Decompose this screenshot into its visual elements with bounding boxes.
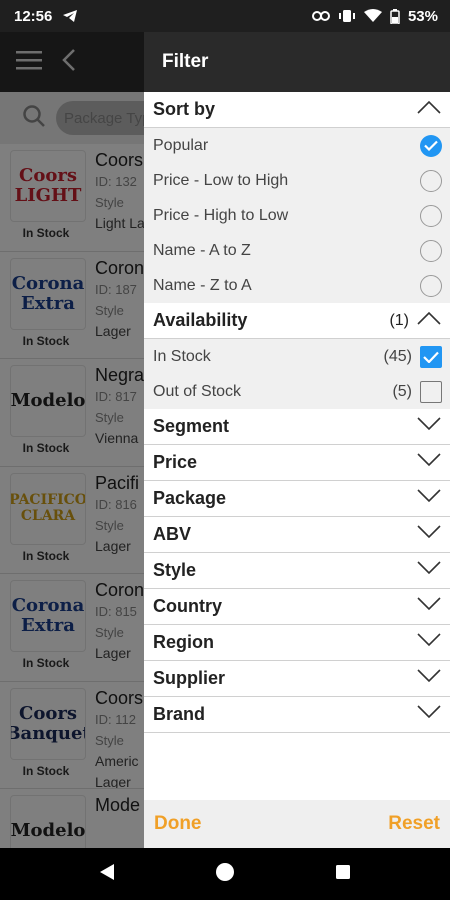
section-abv[interactable]: ABV: [144, 517, 450, 553]
link-icon: [311, 11, 330, 21]
telegram-icon: [62, 9, 78, 23]
battery-percent: 53%: [407, 7, 438, 25]
section-title: Region: [153, 632, 214, 652]
option-label: In Stock: [153, 347, 211, 365]
section-title: Segment: [153, 416, 230, 436]
section-segment[interactable]: Segment: [144, 409, 450, 445]
option-label: Price - Low to High: [153, 171, 289, 189]
option-label: Popular: [153, 136, 209, 154]
filter-title: Filter: [144, 32, 450, 92]
radio-selected[interactable]: [420, 134, 442, 157]
section-count: (1): [389, 311, 409, 329]
section-title: Supplier: [153, 668, 226, 688]
section-package[interactable]: Package: [144, 481, 450, 517]
sort-option-name-a-z[interactable]: Name - A to Z: [144, 233, 450, 268]
section-title: Price: [153, 452, 198, 472]
availability-option-in-stock[interactable]: In Stock (45): [144, 339, 450, 374]
checkbox[interactable]: [420, 380, 442, 403]
chevron-down-icon: [417, 417, 441, 436]
option-count: (5): [392, 382, 412, 400]
sort-option-name-z-a[interactable]: Name - Z to A: [144, 268, 450, 303]
section-price[interactable]: Price: [144, 445, 450, 481]
section-brand[interactable]: Brand: [144, 697, 450, 733]
radio-button[interactable]: [420, 169, 442, 192]
section-style[interactable]: Style: [144, 553, 450, 589]
section-title: ABV: [153, 524, 192, 544]
chevron-up-icon: [417, 311, 441, 330]
reset-button[interactable]: Reset: [388, 813, 440, 835]
system-nav-bar: [0, 848, 450, 900]
done-button[interactable]: Done: [154, 813, 202, 835]
vibrate-icon: [338, 9, 356, 23]
section-title: Availability: [153, 310, 248, 330]
chevron-down-icon: [417, 669, 441, 688]
chevron-up-icon: [417, 100, 441, 119]
wifi-icon: [363, 9, 382, 23]
battery-icon: [390, 8, 400, 24]
sort-option-price-high-low[interactable]: Price - High to Low: [144, 198, 450, 233]
section-availability[interactable]: Availability (1): [144, 303, 450, 339]
chevron-down-icon: [417, 705, 441, 724]
chevron-down-icon: [417, 561, 441, 580]
radio-button[interactable]: [420, 204, 442, 227]
section-title: Package: [153, 488, 227, 508]
status-bar: 12:56 53%: [0, 0, 450, 32]
section-title: Brand: [153, 704, 206, 724]
option-label: Price - High to Low: [153, 206, 289, 224]
recents-nav-icon[interactable]: [335, 864, 351, 885]
section-title: Style: [153, 560, 197, 580]
section-title: Sort by: [153, 99, 216, 119]
chevron-down-icon: [417, 597, 441, 616]
option-label: Name - A to Z: [153, 241, 251, 259]
home-nav-icon[interactable]: [215, 862, 235, 887]
section-sort-by[interactable]: Sort by: [144, 92, 450, 128]
chevron-down-icon: [417, 453, 441, 472]
option-count: (45): [383, 347, 412, 365]
chevron-down-icon: [417, 489, 441, 508]
chevron-down-icon: [417, 633, 441, 652]
status-time: 12:56: [14, 7, 53, 25]
section-title: Country: [153, 596, 222, 616]
section-region[interactable]: Region: [144, 625, 450, 661]
section-supplier[interactable]: Supplier: [144, 661, 450, 697]
sort-option-price-low-high[interactable]: Price - Low to High: [144, 163, 450, 198]
radio-button[interactable]: [420, 239, 442, 262]
filter-drawer: Filter Sort by Popular Price - Low to Hi…: [144, 32, 450, 848]
availability-option-out-of-stock[interactable]: Out of Stock (5): [144, 374, 450, 409]
back-nav-icon[interactable]: [99, 863, 115, 886]
option-label: Out of Stock: [153, 382, 242, 400]
option-label: Name - Z to A: [153, 276, 252, 294]
sort-option-popular[interactable]: Popular: [144, 128, 450, 163]
checkbox-checked[interactable]: [420, 345, 442, 368]
chevron-down-icon: [417, 525, 441, 544]
filter-footer: Done Reset: [144, 800, 450, 848]
section-country[interactable]: Country: [144, 589, 450, 625]
radio-button[interactable]: [420, 274, 442, 297]
